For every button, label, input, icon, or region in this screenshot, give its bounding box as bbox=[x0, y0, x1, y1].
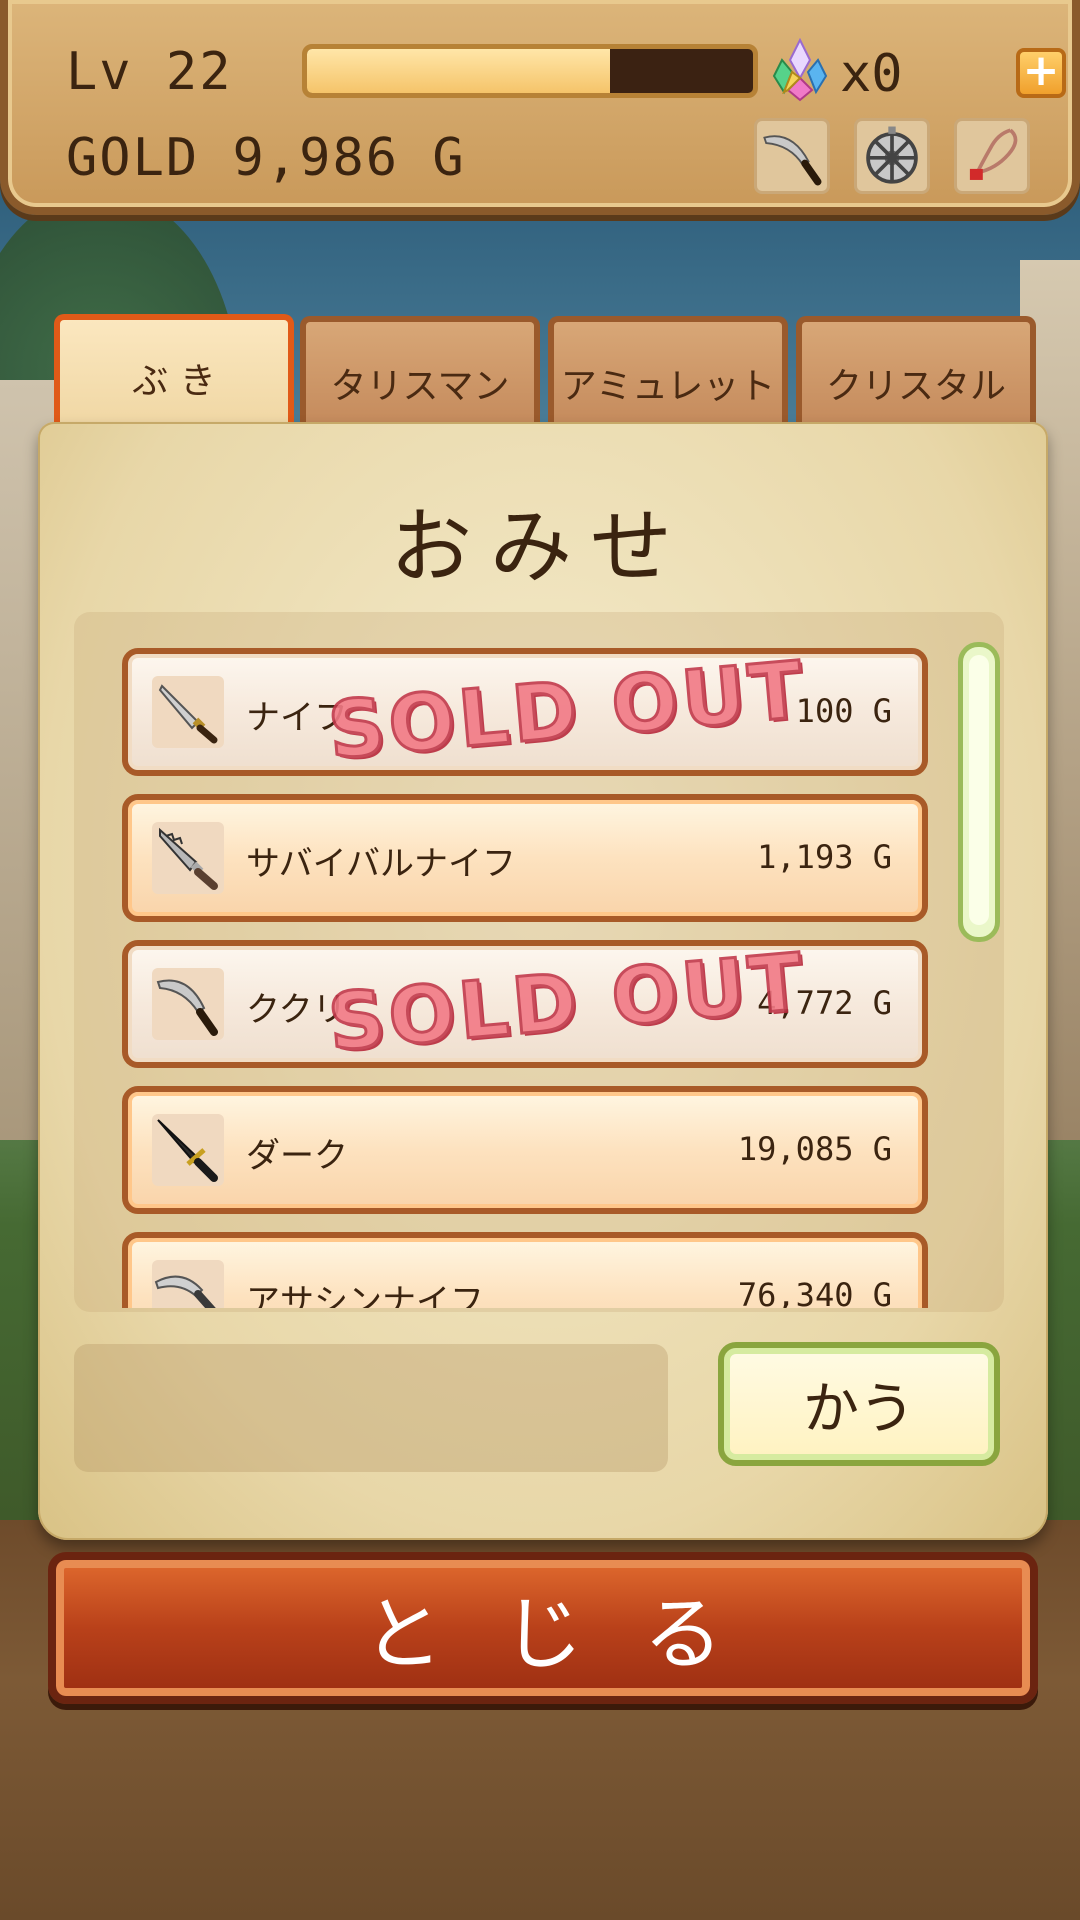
level-label: Lv 22 bbox=[66, 42, 233, 102]
list-item[interactable]: ナイフ 100 G SOLD OUT bbox=[122, 648, 928, 778]
list-item[interactable]: ダーク 19,085 G bbox=[122, 1086, 928, 1214]
knife-icon bbox=[152, 676, 224, 748]
sold-out-label: SOLD OUT bbox=[323, 936, 811, 1070]
tab-crystal[interactable]: クリスタル bbox=[796, 316, 1036, 434]
status-bar: Lv 22 x0 + GOLD 9,986 G bbox=[0, 0, 1080, 215]
item-list-scrollbar[interactable] bbox=[958, 642, 1000, 942]
equipped-weapon-slot[interactable] bbox=[754, 118, 830, 194]
crystal-count: x0 bbox=[840, 44, 903, 104]
equipped-talisman-slot[interactable] bbox=[854, 118, 930, 194]
kukri-icon bbox=[152, 968, 224, 1040]
sold-out-label: SOLD OUT bbox=[323, 648, 811, 778]
item-price: 1,193 G bbox=[757, 838, 892, 876]
item-list[interactable]: ナイフ 100 G SOLD OUT サバイバルナイフ 1,193 G ククリ … bbox=[74, 612, 1004, 1312]
gold-label: GOLD 9,986 G bbox=[66, 128, 466, 188]
item-price: 100 G bbox=[795, 692, 892, 730]
item-name: ダーク bbox=[246, 1136, 348, 1176]
add-crystal-button[interactable]: + bbox=[1016, 48, 1066, 98]
item-description-box bbox=[74, 1344, 668, 1472]
xp-bar-fill bbox=[307, 49, 611, 93]
equipped-amulet-slot[interactable] bbox=[954, 118, 1030, 194]
item-price: 76,340 G bbox=[737, 1276, 892, 1308]
necklace-icon bbox=[969, 128, 1018, 180]
dirk-icon bbox=[152, 1114, 224, 1186]
curved-blade-icon bbox=[763, 135, 822, 186]
item-list-viewport: ナイフ 100 G SOLD OUT サバイバルナイフ 1,193 G ククリ … bbox=[122, 648, 930, 1308]
list-item[interactable]: アサシンナイフ 76,340 G bbox=[122, 1232, 928, 1308]
xp-bar bbox=[302, 44, 758, 98]
item-name: サバイバルナイフ bbox=[246, 844, 516, 884]
crystal-icon bbox=[770, 37, 830, 102]
item-price: 19,085 G bbox=[737, 1130, 892, 1168]
tab-talisman[interactable]: タリスマン bbox=[300, 316, 540, 434]
close-button[interactable]: とじる bbox=[48, 1552, 1038, 1704]
scrollbar-thumb[interactable] bbox=[969, 655, 989, 925]
buy-button[interactable]: かう bbox=[718, 1342, 1000, 1466]
tab-amulet[interactable]: アミュレット bbox=[548, 316, 788, 434]
survival-knife-icon bbox=[152, 822, 224, 894]
list-item[interactable]: サバイバルナイフ 1,193 G bbox=[122, 794, 928, 922]
shop-title: おみせ bbox=[389, 500, 690, 595]
item-name: アサシンナイフ bbox=[246, 1282, 484, 1308]
wheel-talisman-icon bbox=[866, 126, 918, 184]
list-item[interactable]: ククリ 4,772 G SOLD OUT bbox=[122, 936, 928, 1070]
assassin-knife-icon bbox=[152, 1260, 224, 1308]
tab-weapons[interactable]: ぶ き bbox=[54, 314, 294, 426]
